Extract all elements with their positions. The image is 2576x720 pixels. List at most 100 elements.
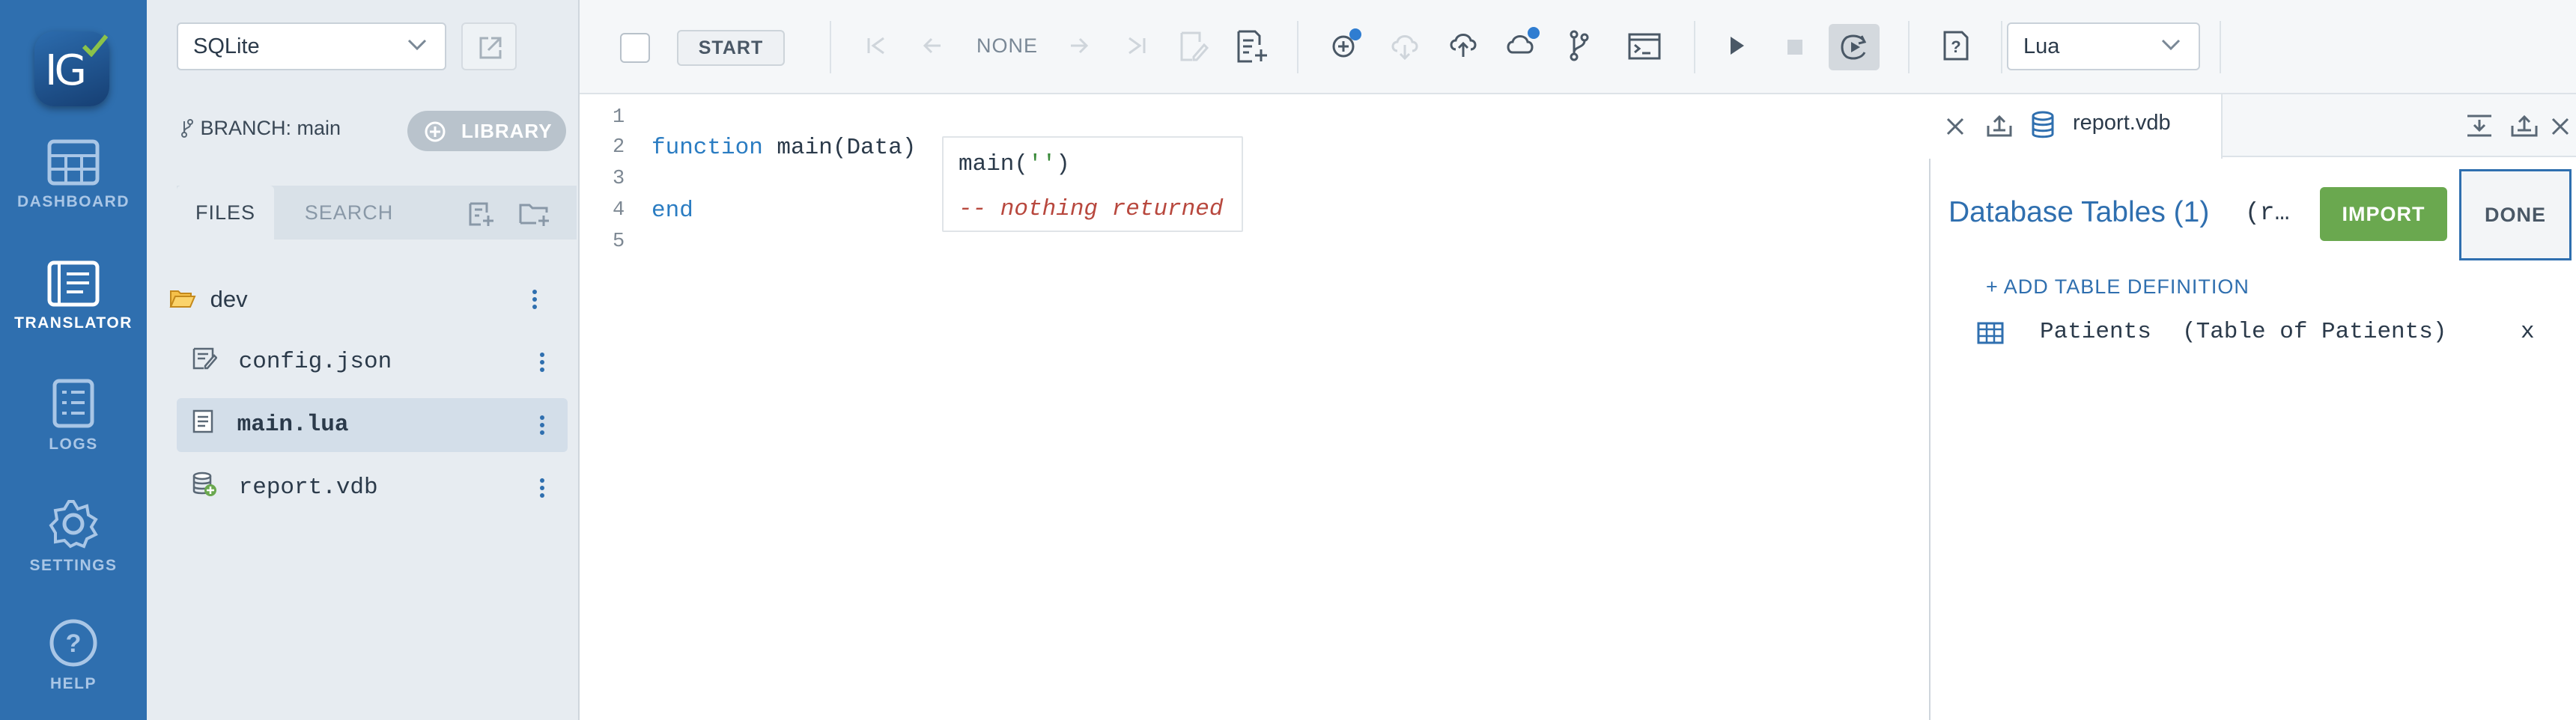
line-number: 3 xyxy=(613,168,625,190)
database-tables-subtitle: (r… xyxy=(2245,199,2290,227)
branch-indicator: BRANCH: main xyxy=(180,117,341,140)
git-branch-icon[interactable] xyxy=(1568,30,1591,61)
main-toolbar: START NONE ? Lua xyxy=(580,0,2576,94)
annotation-result: -- nothing returned xyxy=(959,196,1224,222)
first-sample-icon[interactable] xyxy=(864,34,887,57)
sample-data-checkbox[interactable] xyxy=(620,33,650,63)
more-vert-icon[interactable] xyxy=(539,352,545,373)
annotation-call-prefix: main( xyxy=(959,151,1029,177)
last-sample-icon[interactable] xyxy=(1126,34,1149,57)
line-number: 5 xyxy=(613,231,625,253)
branch-icon xyxy=(181,119,193,138)
logo-check-icon xyxy=(82,34,108,57)
nav-item-dashboard[interactable]: DASHBOARD xyxy=(0,139,147,251)
code-text: main(Data) xyxy=(762,135,917,161)
run-icon[interactable] xyxy=(1728,34,1746,57)
code-keyword: function xyxy=(651,135,763,161)
previous-sample-icon[interactable] xyxy=(921,34,944,57)
remove-table-button[interactable]: x xyxy=(2521,319,2535,345)
export-panel-icon[interactable] xyxy=(2510,114,2539,138)
logo-text: IG xyxy=(45,46,87,95)
tab-files[interactable]: FILES xyxy=(177,186,274,240)
export-icon[interactable] xyxy=(1986,114,2013,138)
cloud-download-icon[interactable] xyxy=(1390,31,1420,61)
next-sample-icon[interactable] xyxy=(1068,34,1090,57)
database-file-icon xyxy=(192,472,216,496)
close-icon[interactable] xyxy=(1945,117,1965,136)
add-sample-data-icon[interactable] xyxy=(1330,27,1363,60)
done-button[interactable]: DONE xyxy=(2459,169,2572,260)
database-tables-title: Database Tables (1) xyxy=(1948,196,2210,228)
annotation-box[interactable]: main('') -- nothing returned xyxy=(942,136,1243,232)
add-sample-icon[interactable] xyxy=(1236,28,1269,64)
open-external-button[interactable] xyxy=(461,22,517,70)
stop-icon[interactable] xyxy=(1787,39,1803,55)
nav-item-settings[interactable]: SETTINGS xyxy=(0,498,147,611)
new-file-icon[interactable] xyxy=(467,201,494,228)
svg-text:?: ? xyxy=(66,629,82,658)
annotation-call-suffix: ) xyxy=(1056,151,1070,177)
database-type-select[interactable]: SQLite xyxy=(177,22,446,70)
terminal-icon[interactable] xyxy=(1628,33,1661,60)
tree-file-report[interactable]: report.vdb xyxy=(177,461,568,515)
more-vert-icon[interactable] xyxy=(539,478,545,498)
logs-icon xyxy=(52,379,94,428)
library-button[interactable]: LIBRARY xyxy=(407,111,566,151)
more-vert-icon[interactable] xyxy=(539,415,545,436)
auto-run-icon xyxy=(1841,34,1867,60)
gear-icon xyxy=(49,500,98,549)
start-button[interactable]: START xyxy=(677,30,785,66)
tree-file-main[interactable]: main.lua xyxy=(177,398,568,452)
tree-file-config[interactable]: config.json xyxy=(177,335,568,389)
nav-label-settings: SETTINGS xyxy=(29,557,118,574)
nav-item-help[interactable]: ? HELP xyxy=(0,618,147,720)
nav-item-translator[interactable]: TRANSLATOR xyxy=(0,260,147,373)
nav-label-dashboard: DASHBOARD xyxy=(17,193,130,210)
import-button[interactable]: IMPORT xyxy=(2320,187,2447,241)
dashboard-icon xyxy=(47,139,100,186)
left-nav: IG DASHBOARD TRANSLATOR LOGS SETTINGS ? … xyxy=(0,0,147,720)
tree-item-label: report.vdb xyxy=(238,475,378,501)
language-select[interactable]: Lua xyxy=(2007,22,2200,70)
toolbar-divider xyxy=(830,21,831,73)
add-table-definition-link[interactable]: + ADD TABLE DEFINITION xyxy=(1986,275,2250,299)
table-row[interactable]: Patients (Table of Patients) x xyxy=(1965,311,2557,356)
new-folder-icon[interactable] xyxy=(518,201,551,228)
svg-text:?: ? xyxy=(1951,37,1960,56)
tab-search[interactable]: SEARCH xyxy=(297,186,401,240)
annotation-call-arg: '' xyxy=(1028,151,1057,177)
line-number: 4 xyxy=(613,199,625,222)
file-panel: SQLite BRANCH: main LIBRARY FILES SEARCH… xyxy=(147,0,580,720)
cloud-icon[interactable] xyxy=(1505,25,1541,57)
external-link-icon xyxy=(479,37,502,59)
file-tabs: FILES SEARCH xyxy=(177,186,577,240)
app-window: IG DASHBOARD TRANSLATOR LOGS SETTINGS ? … xyxy=(0,0,2576,720)
tab-report-vdb[interactable]: report.vdb xyxy=(1929,94,2223,159)
auto-run-toggle[interactable] xyxy=(1829,24,1880,70)
nav-label-help: HELP xyxy=(49,675,97,692)
more-vert-icon[interactable] xyxy=(532,289,538,310)
database-type-value: SQLite xyxy=(193,34,260,58)
tree-item-label: dev xyxy=(210,286,248,312)
help-context-icon[interactable]: ? xyxy=(1942,30,1969,61)
cloud-upload-icon[interactable] xyxy=(1448,30,1478,60)
nav-item-logs[interactable]: LOGS xyxy=(0,379,147,491)
toolbar-divider xyxy=(1694,21,1695,73)
app-logo[interactable]: IG xyxy=(34,31,109,106)
branch-label: BRANCH: xyxy=(200,117,292,139)
tree-folder-dev[interactable]: dev xyxy=(169,272,560,326)
code-keyword: end xyxy=(651,198,693,224)
line-number: 1 xyxy=(613,106,625,129)
edit-sample-icon[interactable] xyxy=(1179,30,1209,63)
right-panel: Database Tables (1) (r… IMPORT DONE + AD… xyxy=(1929,94,2576,720)
collapse-panel-icon[interactable] xyxy=(2465,114,2494,138)
code-line-2: function main(Data) xyxy=(651,135,916,161)
library-label: LIBRARY xyxy=(461,120,553,142)
toolbar-divider xyxy=(1908,21,1910,73)
code-editor[interactable]: 1 2 3 4 5 function main(Data) end main('… xyxy=(580,94,1929,720)
table-name: Patients xyxy=(2040,319,2151,345)
toolbar-divider xyxy=(2220,21,2221,73)
branch-name: main xyxy=(297,117,341,139)
close-panel-icon[interactable] xyxy=(2551,117,2570,136)
toolbar-divider xyxy=(1297,21,1298,73)
